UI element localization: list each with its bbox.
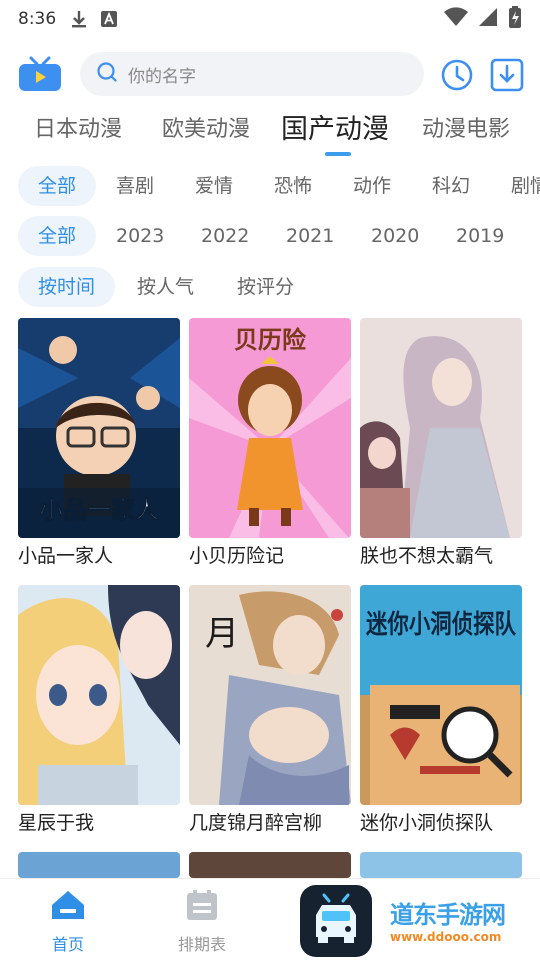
anime-card[interactable]: 迷你小洞侦探队 迷你小洞侦探队 — [360, 585, 522, 836]
genre-chip-romance[interactable]: 爱情 — [175, 166, 253, 206]
cover-title-text: 贝历险 — [234, 326, 307, 354]
year-chip-2019[interactable]: 2019 — [436, 216, 524, 256]
watermark-url: www.ddooo.com — [390, 930, 502, 944]
card-title[interactable]: 小贝历险记 — [189, 543, 351, 569]
download-status-icon — [70, 9, 88, 29]
status-bar: 8:36 — [0, 0, 540, 38]
history-clock-icon[interactable] — [440, 58, 474, 92]
genre-chip-comedy[interactable]: 喜剧 — [96, 166, 174, 206]
top-header: 你的名字 — [0, 50, 540, 98]
tab-anime-movies[interactable]: 动漫电影 — [422, 108, 510, 152]
anime-card[interactable]: 贝历险 小贝历险记 — [189, 318, 351, 569]
year-chip-2022[interactable]: 2022 — [181, 216, 269, 256]
search-placeholder: 你的名字 — [128, 66, 196, 87]
cover-image[interactable] — [360, 318, 522, 538]
genre-chip-drama[interactable]: 剧情 — [491, 166, 540, 206]
card-title[interactable]: 小品一家人 — [18, 543, 180, 569]
app-notification-icon — [100, 10, 118, 28]
year-chip-2023[interactable]: 2023 — [96, 216, 184, 256]
status-time: 8:36 — [18, 9, 57, 29]
card-title[interactable]: 几度锦月醉宫柳 — [189, 810, 351, 836]
anime-card[interactable]: 朕也不想太霸气 — [360, 318, 522, 569]
cover-image[interactable]: 月 — [189, 585, 351, 805]
calendar-icon — [185, 890, 219, 925]
active-tab-indicator — [325, 152, 351, 156]
tv-logo-icon[interactable] — [18, 56, 62, 92]
cover-image[interactable]: 贝历险 — [189, 318, 351, 538]
anime-card[interactable]: 月 几度锦月醉宫柳 — [189, 585, 351, 836]
tab-chinese-anime[interactable]: 国产动漫 — [281, 108, 389, 152]
genre-chip-horror[interactable]: 恐怖 — [254, 166, 332, 206]
nav-home[interactable]: 首页 — [28, 889, 108, 955]
genre-chip-action[interactable]: 动作 — [333, 166, 411, 206]
search-input[interactable]: 你的名字 — [80, 52, 424, 96]
genre-chip-scifi[interactable]: 科幻 — [412, 166, 490, 206]
anime-card[interactable] — [189, 852, 351, 878]
cover-image[interactable]: 小品一家人 — [18, 318, 180, 538]
year-chip-2021[interactable]: 2021 — [266, 216, 354, 256]
genre-chip-all[interactable]: 全部 — [18, 166, 97, 206]
nav-schedule-label: 排期表 — [177, 935, 226, 954]
genre-filter-row: 全部 喜剧 爱情 恐怖 动作 科幻 剧情 — [0, 166, 540, 208]
watermark-name: 道东手游网 — [390, 901, 506, 929]
battery-icon — [508, 6, 522, 32]
download-icon[interactable] — [490, 58, 524, 92]
cover-title-text: 迷你小洞侦探队 — [366, 610, 517, 640]
tab-japanese-anime[interactable]: 日本动漫 — [34, 108, 122, 152]
sort-chip-popularity[interactable]: 按人气 — [117, 267, 214, 307]
cover-image[interactable] — [360, 852, 522, 878]
card-title[interactable]: 朕也不想太霸气 — [360, 543, 522, 569]
tab-western-anime[interactable]: 欧美动漫 — [162, 108, 250, 152]
year-chip-2020[interactable]: 2020 — [351, 216, 439, 256]
anime-card[interactable] — [360, 852, 522, 878]
cover-title-text: 小品一家人 — [39, 496, 159, 524]
home-icon — [50, 891, 86, 925]
cover-image[interactable]: 迷你小洞侦探队 — [360, 585, 522, 805]
year-filter-row: 全部 2023 2022 2021 2020 2019 — [0, 216, 540, 258]
center-app-button[interactable] — [300, 885, 372, 957]
cover-title-text: 月 — [205, 614, 239, 654]
site-watermark: 道东手游网 www.ddooo.com — [390, 895, 540, 955]
anime-card[interactable] — [18, 852, 180, 878]
category-tabs: 日本动漫 欧美动漫 国产动漫 动漫电影 — [0, 108, 540, 158]
anime-card[interactable]: 小品一家人 小品一家人 — [18, 318, 180, 569]
cover-image[interactable] — [18, 585, 180, 805]
signal-icon — [478, 7, 498, 31]
wifi-icon — [444, 7, 468, 31]
anime-card[interactable]: 星辰于我 — [18, 585, 180, 836]
bottom-navigation: 首页 排期表 道东手游网 www.ddooo.com — [0, 878, 540, 960]
card-title[interactable]: 迷你小洞侦探队 — [360, 810, 522, 836]
cover-image[interactable] — [18, 852, 180, 878]
nav-home-label: 首页 — [51, 935, 84, 954]
year-chip-all[interactable]: 全部 — [18, 216, 97, 256]
search-icon — [96, 61, 118, 87]
cover-image[interactable] — [189, 852, 351, 878]
sort-chip-time[interactable]: 按时间 — [18, 267, 116, 307]
sort-chip-rating[interactable]: 按评分 — [217, 267, 314, 307]
card-title[interactable]: 星辰于我 — [18, 810, 180, 836]
sort-filter-row: 按时间 按人气 按评分 — [0, 267, 540, 309]
nav-schedule[interactable]: 排期表 — [162, 889, 242, 955]
car-icon — [300, 893, 372, 960]
